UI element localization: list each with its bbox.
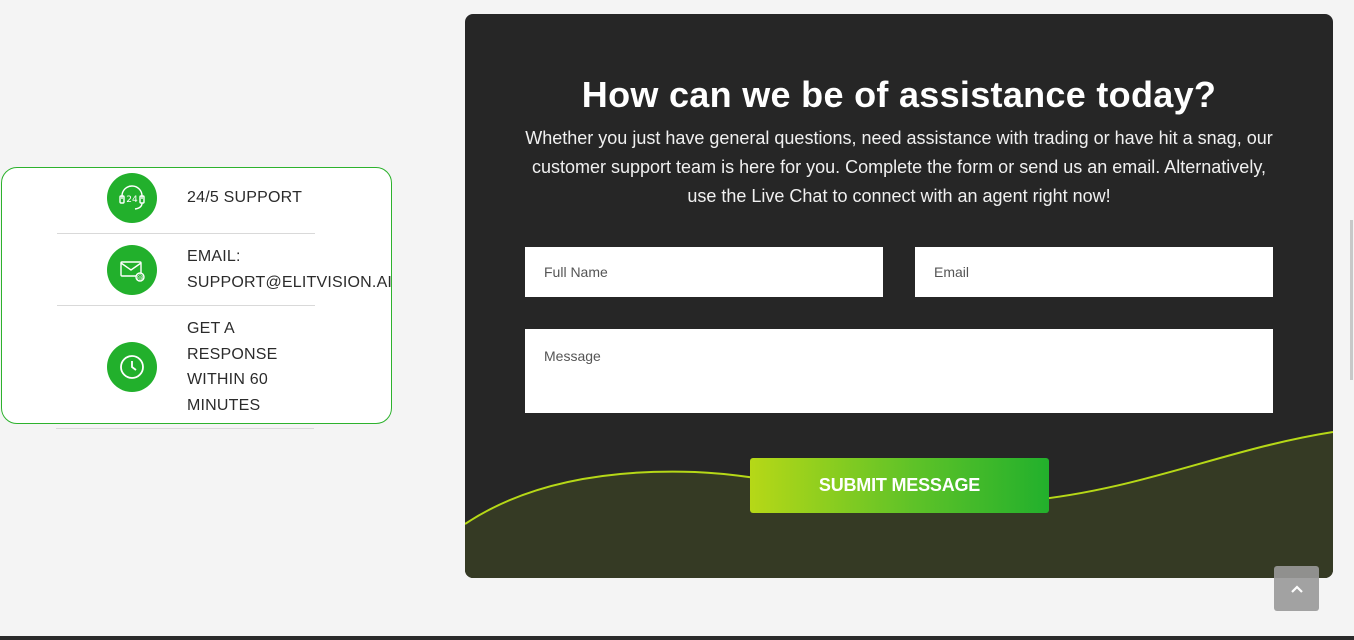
response-time-item: GET A RESPONSE WITHIN 60 MINUTES	[2, 316, 391, 422]
contact-info-card: 24 24/5 SUPPORT @ EMAIL: SUPPORT@ELITVIS…	[1, 167, 392, 424]
full-name-input[interactable]	[525, 247, 883, 297]
support-hours-item: 24 24/5 SUPPORT	[2, 172, 391, 224]
svg-text:@: @	[137, 274, 144, 282]
message-textarea[interactable]	[525, 329, 1273, 413]
headset-24-icon: 24	[107, 173, 157, 223]
response-time-line: WITHIN 60	[187, 371, 268, 388]
support-hours-label: 24/5 SUPPORT	[187, 189, 303, 206]
email-label: EMAIL:	[187, 248, 241, 265]
email-input[interactable]	[915, 247, 1273, 297]
page-scrollbar[interactable]	[1350, 220, 1353, 380]
submit-message-button[interactable]: SUBMIT MESSAGE	[750, 458, 1049, 513]
contact-form-card: How can we be of assistance today? Wheth…	[465, 14, 1333, 578]
form-description-line: Whether you just have general questions,…	[525, 128, 1273, 148]
response-time-line: RESPONSE	[187, 346, 278, 363]
clock-icon	[107, 342, 157, 392]
form-description-line: customer support team is here for you. C…	[531, 157, 1266, 177]
chevron-up-icon	[1290, 584, 1303, 593]
footer-edge	[0, 636, 1354, 640]
form-description-line: use the Live Chat to connect with an age…	[687, 186, 1111, 206]
info-divider	[56, 428, 314, 429]
email-address[interactable]: SUPPORT@ELITVISION.AI	[187, 270, 392, 296]
scroll-to-top-button[interactable]	[1274, 566, 1319, 611]
svg-text:24: 24	[126, 195, 138, 205]
email-icon: @	[107, 245, 157, 295]
form-heading: How can we be of assistance today?	[581, 74, 1217, 115]
response-time-line: GET A	[187, 320, 235, 337]
email-item: @ EMAIL: SUPPORT@ELITVISION.AI	[2, 244, 392, 304]
info-divider	[57, 305, 315, 306]
form-description: Whether you just have general questions,…	[521, 124, 1277, 211]
response-time-line: MINUTES	[187, 397, 261, 414]
info-divider	[57, 233, 315, 234]
